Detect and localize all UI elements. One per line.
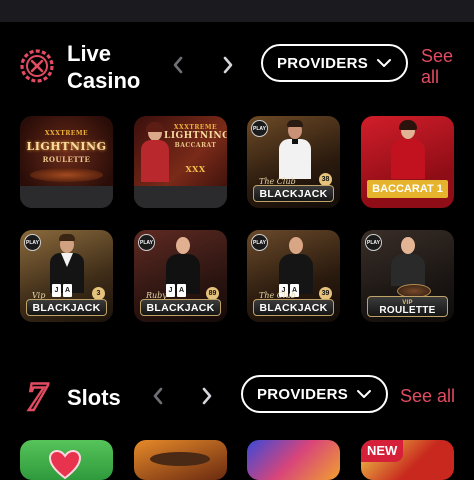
live-casino-title: Live Casino bbox=[67, 41, 141, 93]
live-casino-prev-button[interactable] bbox=[172, 56, 184, 78]
new-badge: NEW bbox=[361, 440, 404, 462]
game-tile-ruby-blackjack[interactable]: PLAY JA Ruby 89 BLACKJACK bbox=[134, 230, 227, 322]
cowboy-hat-image bbox=[150, 452, 210, 466]
slot-tile-hearts[interactable] bbox=[20, 440, 113, 480]
chevron-down-icon bbox=[377, 59, 392, 67]
game-title-plate: BLACKJACK bbox=[253, 185, 334, 202]
game-title-plate: VIP ROULETTE bbox=[367, 296, 448, 317]
slot-tile-new[interactable]: NEW bbox=[361, 440, 454, 480]
play-badge: PLAY bbox=[251, 120, 268, 137]
live-casino-next-button[interactable] bbox=[222, 56, 234, 78]
game-tile-vip-roulette[interactable]: PLAY VIP ROULETTE bbox=[361, 230, 454, 322]
dealer-image bbox=[389, 120, 427, 180]
live-casino-see-all-link[interactable]: See all bbox=[421, 46, 453, 88]
heart-icon bbox=[48, 449, 82, 480]
roulette-wheel-icon bbox=[18, 47, 56, 85]
slots-see-all-link[interactable]: See all bbox=[400, 386, 455, 407]
play-badge: PLAY bbox=[365, 234, 382, 251]
slots-title: Slots bbox=[67, 385, 121, 410]
lucky-seven-icon: 7 bbox=[19, 373, 55, 420]
live-casino-providers-button[interactable]: PROVIDERS bbox=[261, 44, 408, 82]
playing-cards: JA bbox=[52, 284, 72, 297]
dealer-image bbox=[277, 120, 313, 180]
top-bar bbox=[0, 0, 474, 22]
game-tile-xxxtreme-lightning-roulette[interactable]: XXXTREME LIGHTNING ROULETTE bbox=[20, 116, 113, 208]
play-badge: PLAY bbox=[24, 234, 41, 251]
slots-providers-button[interactable]: PROVIDERS bbox=[241, 375, 388, 413]
game-title-plate: BLACKJACK bbox=[253, 299, 334, 316]
slot-tile-colorful[interactable] bbox=[247, 440, 340, 480]
roulette-table-image bbox=[30, 168, 103, 182]
game-tile-the-club-blackjack[interactable]: PLAY The Club 38 BLACKJACK bbox=[247, 116, 340, 208]
game-title-plate: BLACKJACK bbox=[140, 299, 221, 316]
game-tile-xxxtreme-lightning-baccarat[interactable]: XXXTREME LIGHTNING BACCARAT XXX bbox=[134, 116, 227, 208]
dealer-image bbox=[389, 234, 427, 286]
slots-prev-button[interactable] bbox=[152, 387, 164, 409]
tile-footer bbox=[20, 186, 113, 208]
svg-text:7: 7 bbox=[27, 376, 49, 416]
slot-tile-cowboy[interactable] bbox=[134, 440, 227, 480]
play-badge: PLAY bbox=[251, 234, 268, 251]
game-title-plate: BACCARAT 1 bbox=[367, 180, 448, 198]
play-badge: PLAY bbox=[138, 234, 155, 251]
game-tile-the-club-blackjack-39[interactable]: PLAY JA The Club 39 BLACKJACK bbox=[247, 230, 340, 322]
game-title-plate: BLACKJACK bbox=[26, 299, 107, 316]
playing-cards: JA bbox=[166, 284, 186, 297]
tile-footer bbox=[134, 186, 227, 208]
game-tile-vip-blackjack[interactable]: PLAY JA Vip 3 BLACKJACK bbox=[20, 230, 113, 322]
chevron-down-icon bbox=[357, 390, 372, 398]
slots-next-button[interactable] bbox=[201, 387, 213, 409]
game-tile-baccarat-1[interactable]: BACCARAT 1 bbox=[361, 116, 454, 208]
